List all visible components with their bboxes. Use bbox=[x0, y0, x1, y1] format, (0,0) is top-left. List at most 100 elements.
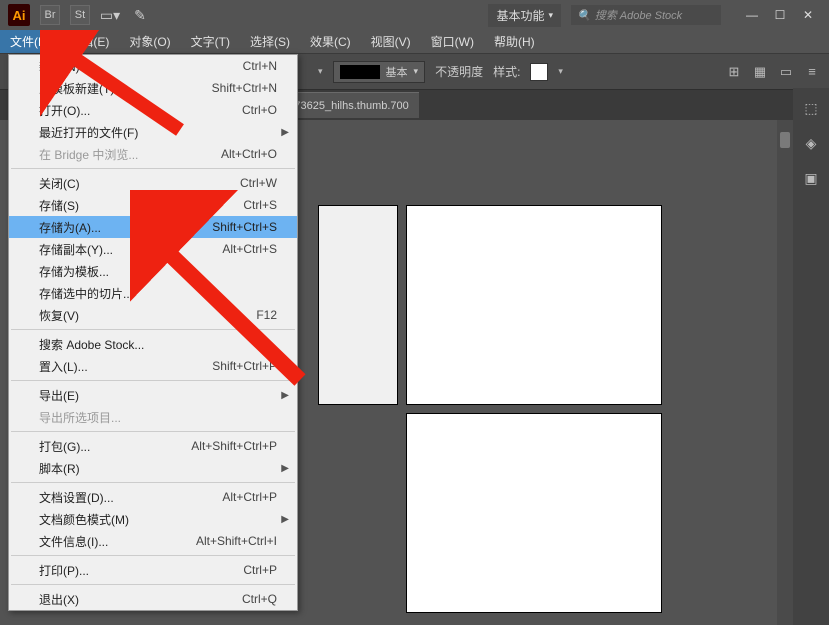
submenu-arrow-icon: ▶ bbox=[281, 127, 289, 138]
arrange-icon[interactable]: ▭▾ bbox=[100, 5, 120, 25]
menu-separator bbox=[11, 431, 295, 432]
menu-item-20[interactable]: 打包(G)...Alt+Shift+Ctrl+P bbox=[9, 435, 297, 457]
bridge-icon[interactable]: Br bbox=[40, 5, 60, 25]
menu-item-label: 存储副本(Y)... bbox=[39, 241, 222, 258]
brush-icon[interactable]: ✎ bbox=[130, 5, 150, 25]
close-button[interactable]: ✕ bbox=[795, 6, 821, 24]
menu-item-shortcut: Alt+Ctrl+P bbox=[222, 490, 277, 504]
menu-item-3[interactable]: 最近打开的文件(F)▶ bbox=[9, 121, 297, 143]
menu-item-label: 导出所选项目... bbox=[39, 409, 277, 426]
libraries-icon[interactable]: ⬚ bbox=[801, 98, 821, 118]
file-menu-dropdown: 新建(N)...Ctrl+N从模板新建(T)...Shift+Ctrl+N打开(… bbox=[8, 54, 298, 611]
menu-item-25[interactable]: 文件信息(I)...Alt+Shift+Ctrl+I bbox=[9, 530, 297, 552]
opacity-label: 不透明度 bbox=[435, 63, 483, 80]
menu-file[interactable]: 文件(F) bbox=[0, 30, 59, 53]
menu-item-label: 导出(E) bbox=[39, 387, 277, 404]
menu-item-7[interactable]: 存储(S)Ctrl+S bbox=[9, 194, 297, 216]
menu-item-shortcut: Ctrl+P bbox=[243, 563, 277, 577]
maximize-button[interactable]: ☐ bbox=[767, 6, 793, 24]
menu-item-label: 关闭(C) bbox=[39, 175, 240, 192]
menu-item-label: 存储选中的切片... bbox=[39, 285, 277, 302]
menu-select[interactable]: 选择(S) bbox=[240, 30, 300, 53]
search-input[interactable]: 🔍 搜索 Adobe Stock bbox=[571, 5, 721, 25]
workspace-label: 基本功能 bbox=[496, 7, 544, 24]
layers-icon[interactable]: ◈ bbox=[801, 133, 821, 153]
menu-item-label: 文档设置(D)... bbox=[39, 489, 222, 506]
menu-item-label: 从模板新建(T)... bbox=[39, 80, 212, 97]
menu-separator bbox=[11, 380, 295, 381]
search-placeholder: 搜索 Adobe Stock bbox=[595, 7, 682, 23]
menu-item-4: 在 Bridge 中浏览...Alt+Ctrl+O bbox=[9, 143, 297, 165]
menu-item-15[interactable]: 置入(L)...Shift+Ctrl+P bbox=[9, 355, 297, 377]
menu-item-14[interactable]: 搜索 Adobe Stock... bbox=[9, 333, 297, 355]
menu-item-27[interactable]: 打印(P)...Ctrl+P bbox=[9, 559, 297, 581]
stroke-label: 基本 bbox=[386, 64, 408, 80]
menu-effect[interactable]: 效果(C) bbox=[300, 30, 361, 53]
style-label: 样式: bbox=[493, 63, 520, 80]
menu-item-label: 文件信息(I)... bbox=[39, 533, 196, 550]
transform-icon[interactable]: ▦ bbox=[751, 63, 769, 81]
style-swatch[interactable] bbox=[530, 63, 548, 81]
menu-item-label: 打印(P)... bbox=[39, 562, 243, 579]
menu-item-label: 存储(S) bbox=[39, 197, 243, 214]
menu-item-29[interactable]: 退出(X)Ctrl+Q bbox=[9, 588, 297, 610]
minimize-button[interactable]: — bbox=[739, 6, 765, 24]
menu-object[interactable]: 对象(O) bbox=[119, 30, 180, 53]
artboard-3[interactable] bbox=[406, 413, 662, 613]
menu-item-2[interactable]: 打开(O)...Ctrl+O bbox=[9, 99, 297, 121]
chevron-down-icon: ▾ bbox=[414, 66, 419, 77]
menu-item-10[interactable]: 存储为模板... bbox=[9, 260, 297, 282]
menu-item-label: 存储为(A)... bbox=[39, 219, 212, 236]
menu-item-label: 脚本(R) bbox=[39, 460, 277, 477]
prefs-icon[interactable]: ≡ bbox=[803, 63, 821, 81]
align-icon[interactable]: ⊞ bbox=[725, 63, 743, 81]
menu-item-8[interactable]: 存储为(A)...Shift+Ctrl+S bbox=[9, 216, 297, 238]
menu-item-23[interactable]: 文档设置(D)...Alt+Ctrl+P bbox=[9, 486, 297, 508]
menu-item-21[interactable]: 脚本(R)▶ bbox=[9, 457, 297, 479]
menu-item-1[interactable]: 从模板新建(T)...Shift+Ctrl+N bbox=[9, 77, 297, 99]
menu-separator bbox=[11, 482, 295, 483]
menu-item-24[interactable]: 文档颜色模式(M)▶ bbox=[9, 508, 297, 530]
submenu-arrow-icon: ▶ bbox=[281, 514, 289, 525]
workspace-switcher[interactable]: 基本功能 ▾ bbox=[488, 4, 561, 27]
menu-item-11[interactable]: 存储选中的切片... bbox=[9, 282, 297, 304]
menu-separator bbox=[11, 168, 295, 169]
menu-separator bbox=[11, 555, 295, 556]
menu-item-label: 恢复(V) bbox=[39, 307, 256, 324]
menu-item-shortcut: Alt+Shift+Ctrl+I bbox=[196, 534, 277, 548]
menu-edit[interactable]: 编辑(E) bbox=[59, 30, 119, 53]
menu-item-shortcut: Alt+Ctrl+S bbox=[222, 242, 277, 256]
menu-item-17[interactable]: 导出(E)▶ bbox=[9, 384, 297, 406]
menu-item-shortcut: Shift+Ctrl+S bbox=[212, 220, 277, 234]
chevron-down-icon[interactable]: ▾ bbox=[318, 66, 323, 77]
menu-item-12[interactable]: 恢复(V)F12 bbox=[9, 304, 297, 326]
menu-item-0[interactable]: 新建(N)...Ctrl+N bbox=[9, 55, 297, 77]
menu-item-shortcut: F12 bbox=[256, 308, 277, 322]
menu-view[interactable]: 视图(V) bbox=[361, 30, 421, 53]
menu-item-shortcut: Ctrl+W bbox=[240, 176, 277, 190]
menu-item-6[interactable]: 关闭(C)Ctrl+W bbox=[9, 172, 297, 194]
menu-item-shortcut: Ctrl+O bbox=[242, 103, 277, 117]
menu-item-shortcut: Ctrl+S bbox=[243, 198, 277, 212]
vertical-scrollbar[interactable] bbox=[777, 120, 793, 625]
menu-item-shortcut: Shift+Ctrl+P bbox=[212, 359, 277, 373]
menu-item-label: 退出(X) bbox=[39, 591, 242, 608]
menu-bar: 文件(F) 编辑(E) 对象(O) 文字(T) 选择(S) 效果(C) 视图(V… bbox=[0, 30, 829, 54]
scroll-thumb[interactable] bbox=[780, 132, 790, 148]
menu-item-shortcut: Shift+Ctrl+N bbox=[212, 81, 277, 95]
stock-icon[interactable]: St bbox=[70, 5, 90, 25]
menu-item-label: 在 Bridge 中浏览... bbox=[39, 146, 221, 163]
search-icon: 🔍 bbox=[577, 9, 591, 22]
menu-item-shortcut: Alt+Ctrl+O bbox=[221, 147, 277, 161]
menu-item-9[interactable]: 存储副本(Y)...Alt+Ctrl+S bbox=[9, 238, 297, 260]
menu-window[interactable]: 窗口(W) bbox=[421, 30, 484, 53]
artboard-1[interactable] bbox=[318, 205, 398, 405]
menu-help[interactable]: 帮助(H) bbox=[484, 30, 545, 53]
isolate-icon[interactable]: ▭ bbox=[777, 63, 795, 81]
artboard-2[interactable] bbox=[406, 205, 662, 405]
menu-type[interactable]: 文字(T) bbox=[181, 30, 240, 53]
stroke-profile[interactable]: 基本 ▾ bbox=[333, 61, 426, 83]
chevron-down-icon[interactable]: ▾ bbox=[558, 66, 563, 77]
artboards-icon[interactable]: ▣ bbox=[801, 168, 821, 188]
chevron-down-icon: ▾ bbox=[548, 10, 553, 21]
